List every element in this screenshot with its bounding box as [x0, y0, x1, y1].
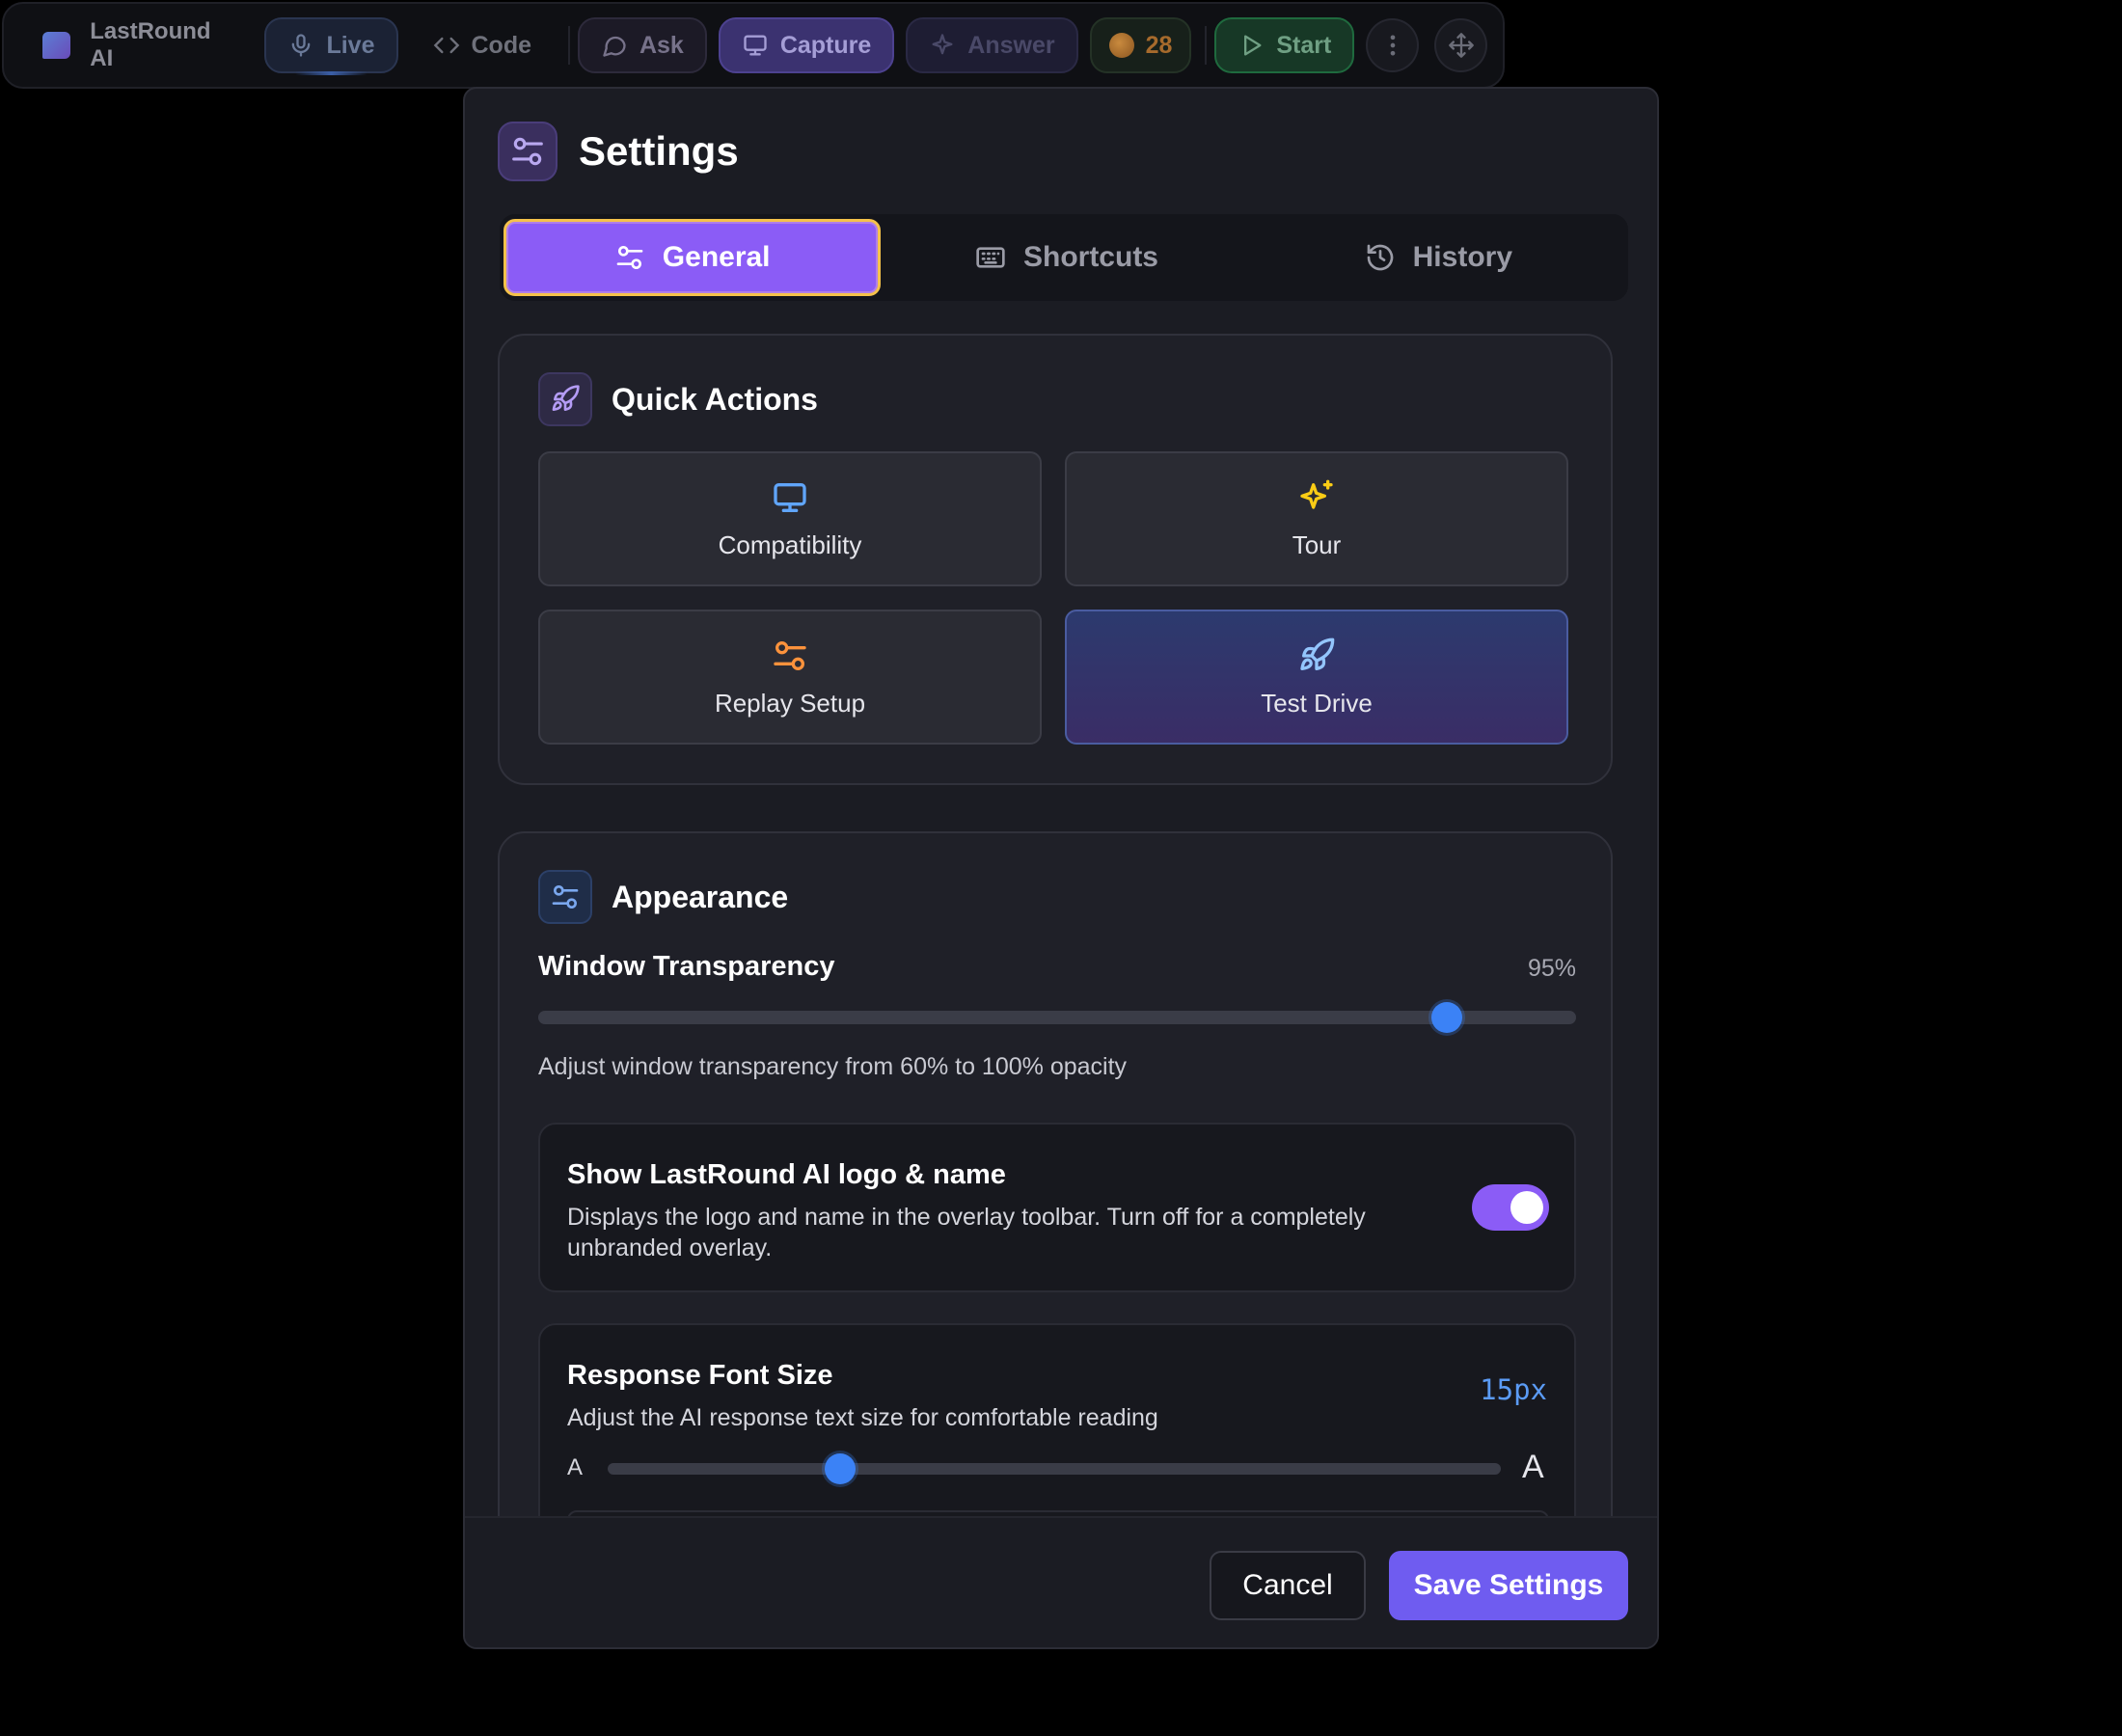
quick-actions-grid: Compatibility Tour Replay Setup Test Dri… [538, 451, 1568, 745]
rocket-icon [1297, 637, 1336, 675]
move-handle[interactable] [1434, 18, 1487, 72]
answer-button[interactable]: Answer [906, 17, 1078, 73]
coin-icon [1108, 33, 1134, 58]
ask-button[interactable]: Ask [577, 17, 707, 73]
tab-shortcuts-label: Shortcuts [1022, 241, 1158, 273]
chat-bubble-icon [601, 32, 628, 59]
sliders-icon [771, 637, 809, 675]
toolbar-divider [1205, 26, 1208, 65]
settings-panel: Settings General Shortcuts History Quick… [463, 87, 1659, 1649]
transparency-slider[interactable] [538, 1011, 1576, 1024]
font-size-small-label: A [567, 1454, 584, 1480]
quick-actions-title: Quick Actions [612, 381, 818, 417]
test-drive-button[interactable]: Test Drive [1065, 610, 1568, 745]
tab-shortcuts[interactable]: Shortcuts [881, 219, 1252, 296]
tour-button[interactable]: Tour [1065, 451, 1568, 586]
tab-history[interactable]: History [1253, 219, 1624, 296]
move-icon [1448, 32, 1475, 59]
branding-title: Show LastRound AI logo & name [567, 1159, 1006, 1190]
code-label: Code [471, 31, 532, 59]
appearance-title: Appearance [612, 879, 789, 914]
appearance-header: Appearance [538, 870, 788, 924]
capture-label: Capture [779, 31, 872, 59]
start-label: Start [1276, 31, 1332, 59]
code-icon [433, 32, 460, 59]
capture-button[interactable]: Capture [718, 17, 895, 73]
tour-label: Tour [1292, 529, 1342, 559]
answer-label: Answer [967, 31, 1055, 59]
transparency-help: Adjust window transparency from 60% to 1… [538, 1053, 1128, 1080]
app-name: LastRound AI [90, 18, 211, 71]
toolbar-divider [568, 26, 570, 65]
sliders-icon [498, 122, 558, 181]
tab-history-label: History [1412, 241, 1512, 273]
compatibility-button[interactable]: Compatibility [538, 451, 1042, 586]
branding-toggle[interactable] [1472, 1184, 1549, 1231]
transparency-value: 95% [1527, 955, 1576, 982]
microphone-icon [287, 32, 314, 59]
history-icon [1365, 242, 1396, 273]
rocket-icon [538, 372, 592, 426]
monitor-icon [771, 478, 809, 517]
quick-actions-card: Quick Actions Compatibility Tour Replay … [498, 334, 1613, 785]
app-logo: LastRound AI [42, 18, 235, 72]
live-label: Live [326, 31, 375, 59]
sliders-icon [614, 242, 645, 273]
compatibility-label: Compatibility [718, 529, 862, 559]
font-size-large-label: A [1522, 1449, 1544, 1485]
start-button[interactable]: Start [1214, 17, 1355, 73]
sparkle-icon [929, 32, 956, 59]
font-size-slider[interactable] [608, 1463, 1501, 1475]
appearance-card: Appearance Window Transparency 95% Adjus… [498, 831, 1613, 1568]
font-size-title: Response Font Size [567, 1360, 833, 1391]
tab-general-label: General [662, 241, 771, 273]
quick-actions-header: Quick Actions [538, 372, 818, 426]
credits-count: 28 [1145, 31, 1173, 59]
cancel-button[interactable]: Cancel [1210, 1551, 1366, 1620]
settings-footer: Cancel Save Settings [465, 1516, 1657, 1647]
branding-setting: Show LastRound AI logo & name Displays t… [538, 1123, 1576, 1292]
font-size-description: Adjust the AI response text size for com… [567, 1404, 1158, 1431]
replay-setup-button[interactable]: Replay Setup [538, 610, 1042, 745]
branding-description: Displays the logo and name in the overla… [567, 1204, 1366, 1261]
monitor-icon [742, 32, 769, 59]
test-drive-label: Test Drive [1261, 688, 1373, 718]
ask-label: Ask [639, 31, 684, 59]
code-button[interactable]: Code [410, 17, 556, 73]
live-button[interactable]: Live [264, 17, 398, 75]
credits-badge[interactable]: 28 [1089, 17, 1192, 73]
keyboard-icon [975, 242, 1006, 273]
font-size-slider-thumb[interactable] [824, 1453, 856, 1484]
save-settings-button[interactable]: Save Settings [1389, 1551, 1628, 1620]
transparency-setting: Window Transparency 95% Adjust window tr… [538, 951, 1576, 1080]
sliders-icon [538, 870, 592, 924]
more-options-button[interactable] [1366, 18, 1420, 72]
more-vertical-icon [1379, 32, 1406, 59]
settings-header: Settings [498, 122, 739, 181]
transparency-slider-thumb[interactable] [1430, 1002, 1462, 1033]
font-size-value: 15px [1480, 1373, 1547, 1406]
settings-tabs: General Shortcuts History [500, 214, 1628, 301]
settings-title: Settings [579, 128, 739, 174]
tab-general[interactable]: General [503, 219, 882, 296]
replay-setup-label: Replay Setup [714, 688, 866, 718]
transparency-label: Window Transparency [538, 951, 835, 982]
play-icon [1238, 32, 1265, 59]
chat-logo-icon [42, 32, 71, 59]
overlay-toolbar: LastRound AI Live Code Ask Capture Answe… [2, 2, 1505, 89]
sparkles-icon [1297, 478, 1336, 517]
